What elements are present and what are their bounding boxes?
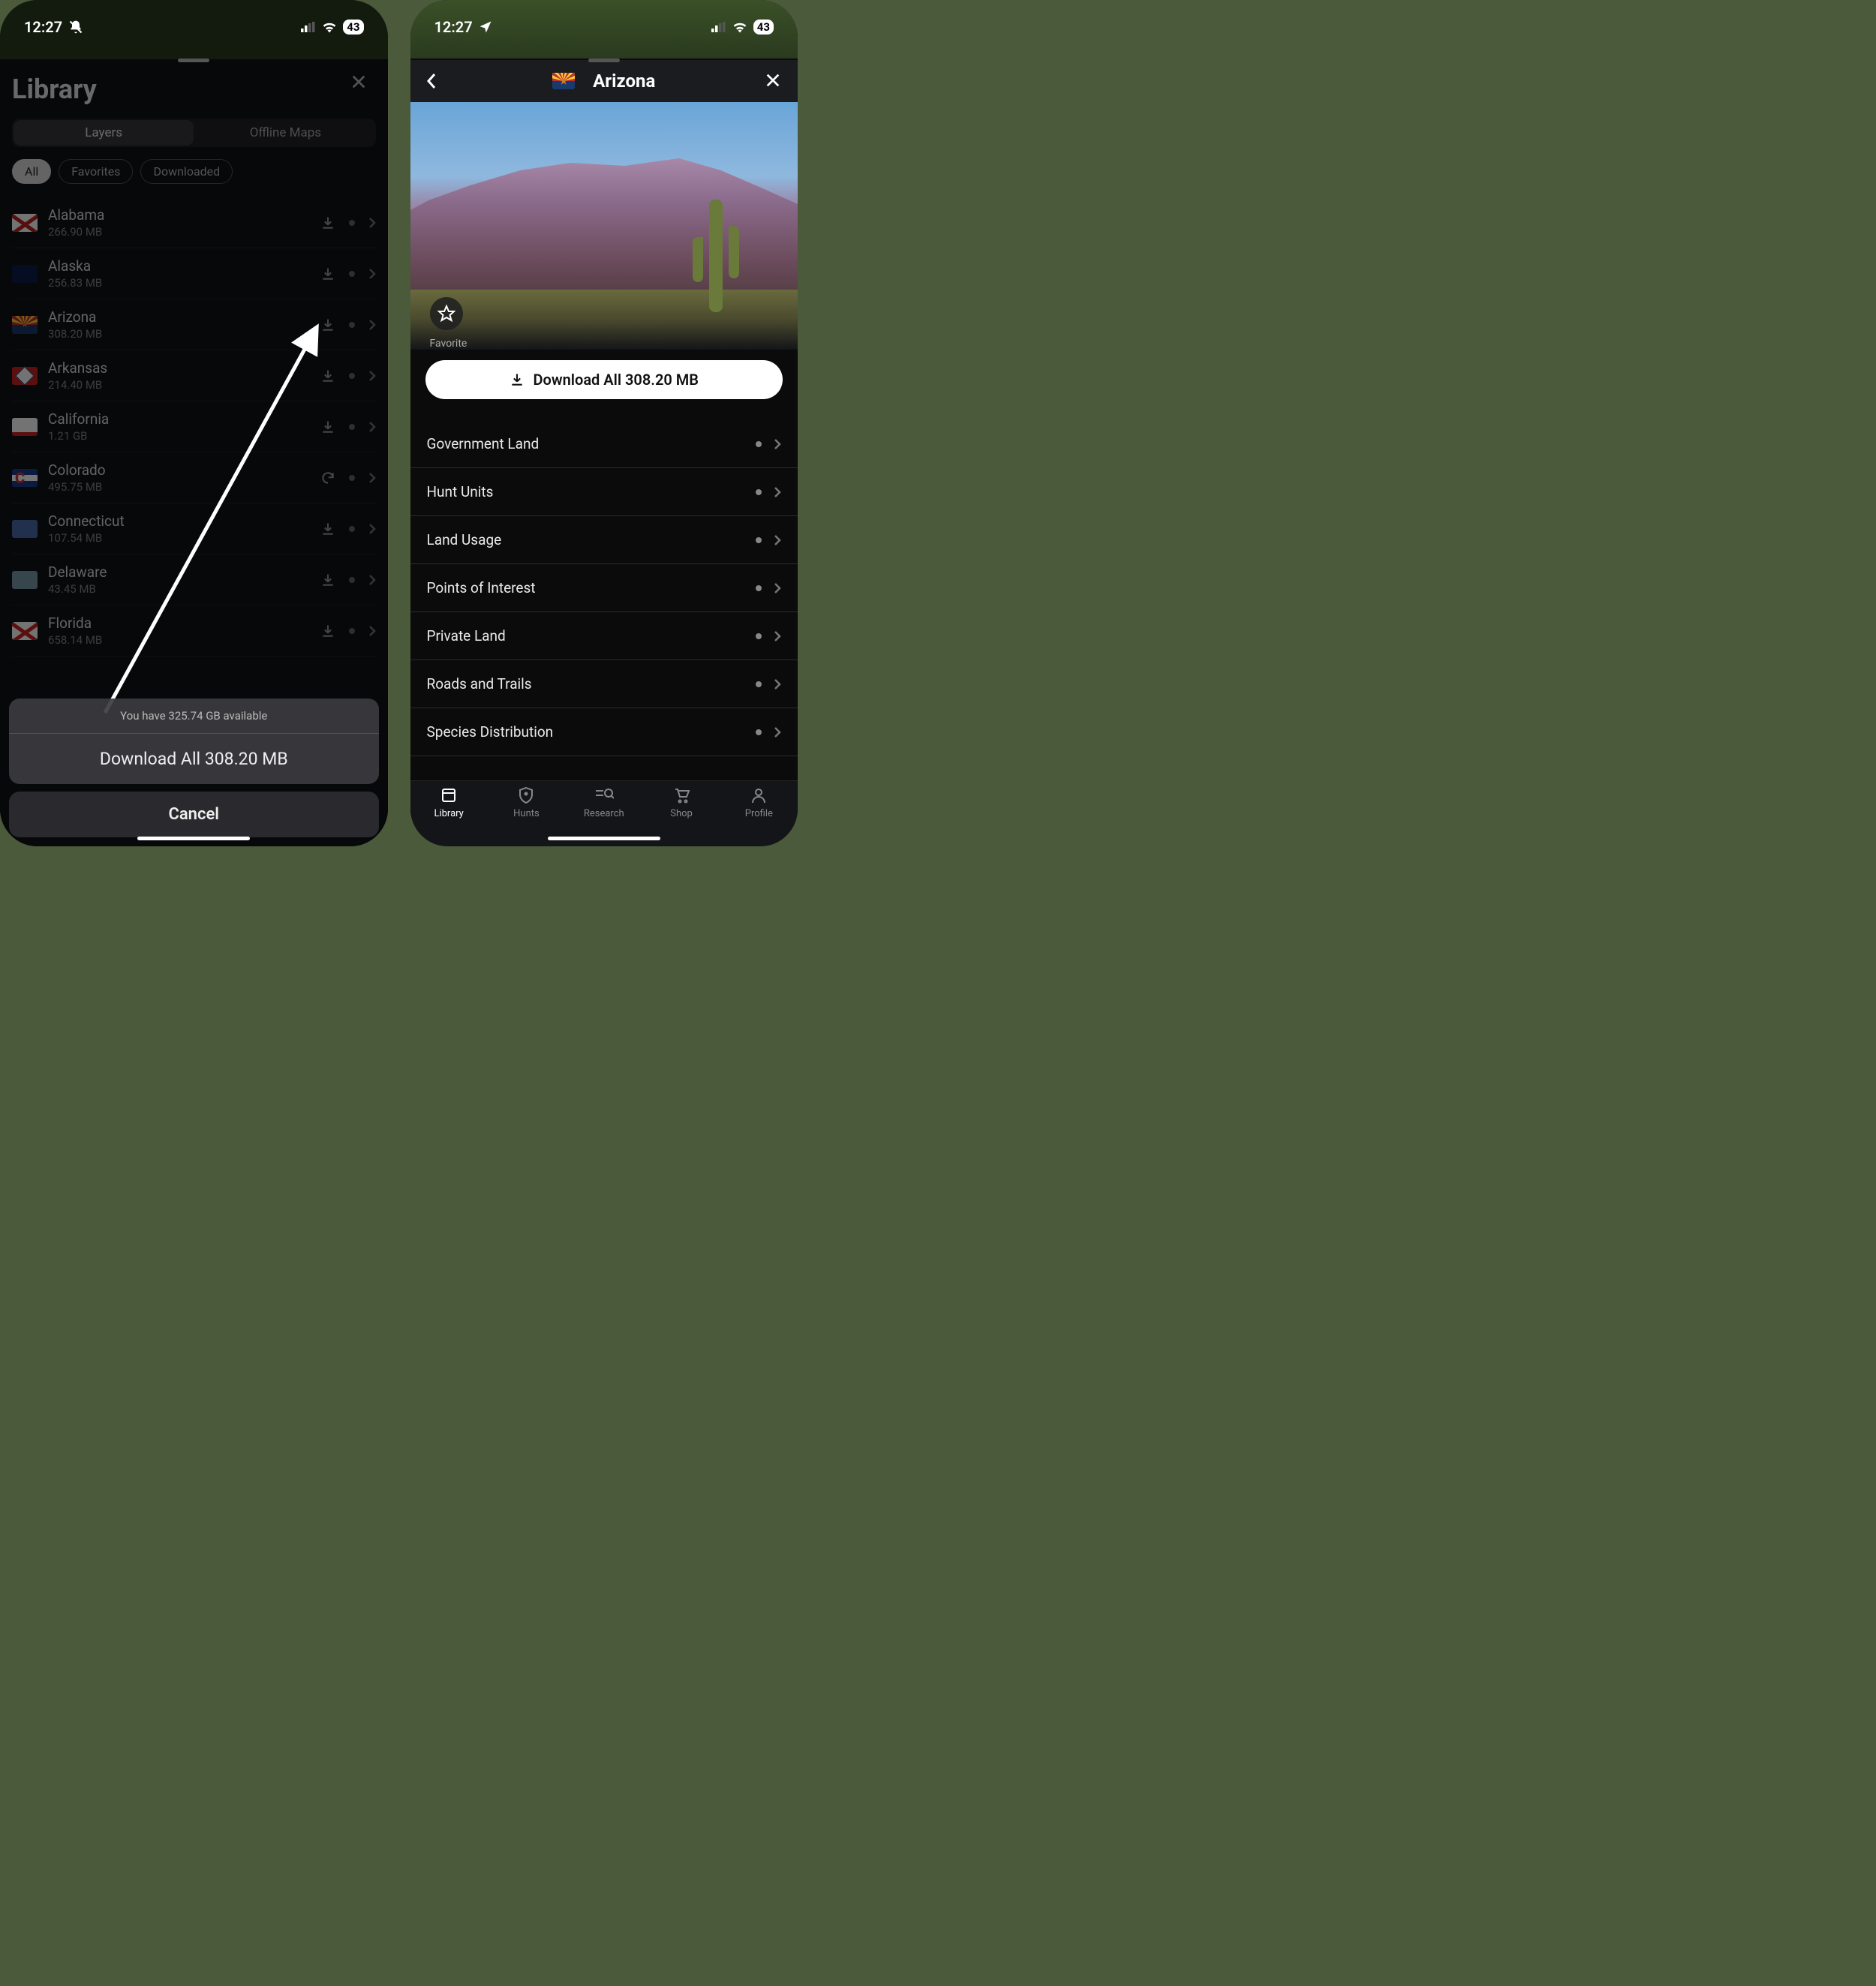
- wifi-icon: [322, 21, 337, 33]
- back-button[interactable]: [425, 72, 437, 90]
- battery-level: 43: [343, 20, 363, 35]
- category-label: Government Land: [427, 435, 540, 452]
- tab-profile[interactable]: Profile: [720, 786, 798, 846]
- chevron-right-icon[interactable]: [774, 534, 781, 546]
- status-dot-icon: [756, 729, 762, 735]
- status-time: 12:27: [434, 18, 473, 36]
- phone-left-library: 12:27 43 Library Layers Offline Maps All…: [0, 0, 388, 846]
- status-dot-icon: [756, 633, 762, 639]
- arizona-flag-icon: [552, 73, 575, 89]
- status-bar: 12:27 43: [410, 5, 798, 50]
- bell-off-icon: [68, 20, 83, 35]
- category-row-roads-and-trails[interactable]: Roads and Trails: [410, 660, 798, 708]
- category-label: Hunt Units: [427, 483, 494, 500]
- status-dot-icon: [756, 585, 762, 591]
- chevron-right-icon[interactable]: [774, 678, 781, 690]
- category-label: Points of Interest: [427, 579, 536, 596]
- detail-title: Arizona: [593, 71, 655, 92]
- status-dot-icon: [756, 681, 762, 687]
- battery-level: 43: [753, 20, 774, 35]
- download-all-button[interactable]: Download All 308.20 MB: [425, 360, 783, 399]
- chevron-right-icon[interactable]: [774, 726, 781, 738]
- status-time: 12:27: [24, 18, 62, 36]
- status-dot-icon: [756, 489, 762, 495]
- chevron-right-icon[interactable]: [774, 486, 781, 498]
- download-all-label: Download All 308.20 MB: [534, 371, 699, 389]
- favorite-button[interactable]: [430, 297, 463, 330]
- wifi-icon: [732, 21, 747, 33]
- close-icon[interactable]: [765, 72, 781, 89]
- sheet-storage-available: You have 325.74 GB available: [9, 699, 379, 734]
- sheet-handle[interactable]: [588, 59, 620, 62]
- home-indicator[interactable]: [137, 837, 250, 840]
- sheet-download-all-button[interactable]: Download All 308.20 MB: [9, 734, 379, 784]
- status-dot-icon: [756, 441, 762, 447]
- category-row-private-land[interactable]: Private Land: [410, 612, 798, 660]
- sheet-cancel-button[interactable]: Cancel: [9, 792, 379, 837]
- chevron-right-icon[interactable]: [774, 582, 781, 594]
- category-row-points-of-interest[interactable]: Points of Interest: [410, 564, 798, 612]
- home-indicator[interactable]: [548, 837, 660, 840]
- cellular-icon: [301, 22, 316, 32]
- category-label: Roads and Trails: [427, 675, 532, 693]
- status-bar: 12:27 43: [0, 5, 388, 50]
- phone-right-arizona: 12:27 43 Arizona Favorite Download: [410, 0, 798, 846]
- hero-image: [410, 102, 798, 350]
- cellular-icon: [711, 22, 726, 32]
- library-icon: [440, 786, 458, 805]
- category-row-hunt-units[interactable]: Hunt Units: [410, 468, 798, 516]
- category-row-land-usage[interactable]: Land Usage: [410, 516, 798, 564]
- shield-icon: [517, 786, 535, 805]
- action-sheet: You have 325.74 GB available Download Al…: [9, 699, 379, 837]
- tab-library[interactable]: Library: [410, 786, 488, 846]
- category-row-species-distribution[interactable]: Species Distribution: [410, 708, 798, 756]
- category-label: Land Usage: [427, 531, 502, 548]
- research-icon: [594, 786, 614, 805]
- cart-icon: [672, 786, 690, 805]
- detail-header: Arizona: [410, 60, 798, 102]
- favorite-label: Favorite: [430, 338, 467, 350]
- location-icon: [479, 20, 492, 34]
- profile-icon: [750, 786, 768, 805]
- category-label: Species Distribution: [427, 723, 554, 741]
- status-dot-icon: [756, 537, 762, 543]
- category-label: Private Land: [427, 627, 506, 644]
- sheet-handle[interactable]: [178, 59, 209, 62]
- chevron-right-icon[interactable]: [774, 438, 781, 450]
- chevron-right-icon[interactable]: [774, 630, 781, 642]
- cactus-illustration: [709, 200, 723, 312]
- category-list[interactable]: Government Land Hunt Units Land Usage Point…: [410, 420, 798, 779]
- category-row-government-land[interactable]: Government Land: [410, 420, 798, 468]
